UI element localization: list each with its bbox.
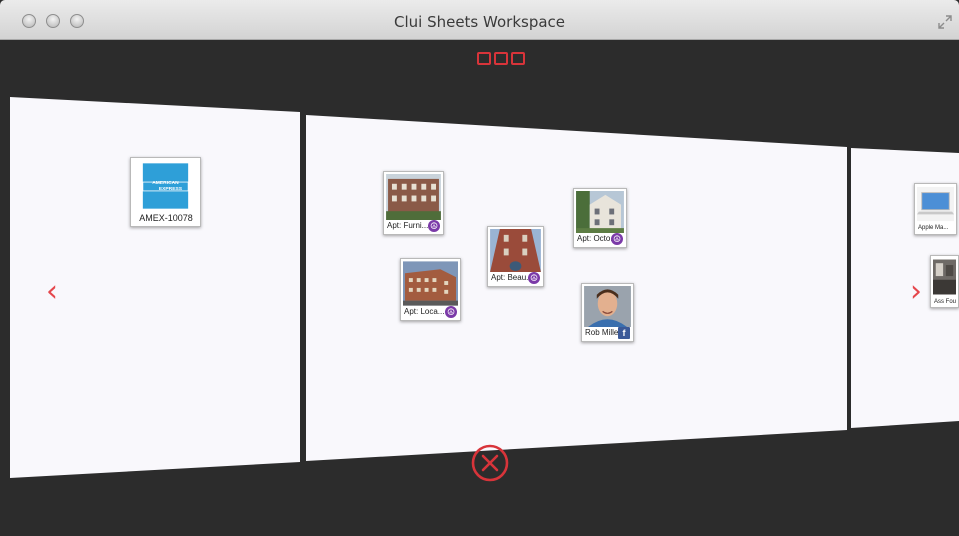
apartment-photo xyxy=(386,174,441,220)
card-label: Apt: Furni... xyxy=(387,221,429,230)
card-label: Apt: Beau... xyxy=(491,273,533,282)
peace-icon: ☮ xyxy=(428,220,440,232)
apartment-photo xyxy=(403,261,458,306)
next-sheet-icon[interactable]: › xyxy=(910,277,922,307)
card-label: Rob Miller xyxy=(585,328,622,337)
peace-icon: ☮ xyxy=(528,272,540,284)
card-apt-loca[interactable]: Apt: Loca... ☮ xyxy=(400,258,461,321)
sheet-center[interactable] xyxy=(306,115,847,461)
apartment-photo xyxy=(576,191,624,233)
card-apt-furni[interactable]: Apt: Furni... ☮ xyxy=(383,171,444,235)
card-label: AMEX-10078 xyxy=(139,213,193,223)
laptop-photo xyxy=(917,186,954,222)
close-circle-icon[interactable] xyxy=(470,443,510,483)
card-label: Apt: Loca... xyxy=(404,307,445,316)
previous-sheet-icon[interactable]: ‹ xyxy=(46,277,58,307)
card-apple-ma[interactable]: Apple Ma... xyxy=(914,183,957,235)
amex-logo-icon: AMERICAN EXPRESS xyxy=(142,163,189,209)
card-apt-octo[interactable]: Apt: Octo... ☮ xyxy=(573,188,627,248)
card-rob-miller[interactable]: Rob Miller f xyxy=(581,283,634,342)
card-label: Apple Ma... xyxy=(918,225,949,231)
avatar xyxy=(584,286,631,327)
card-label: Ass Four xyxy=(934,299,956,305)
peace-icon: ☮ xyxy=(611,233,623,245)
card-ass-four[interactable]: Ass Four xyxy=(930,255,959,308)
card-apt-beau[interactable]: Apt: Beau... ☮ xyxy=(487,226,544,287)
peace-icon: ☮ xyxy=(445,306,457,318)
svg-text:AMERICAN: AMERICAN xyxy=(152,180,179,186)
facebook-icon: f xyxy=(618,327,630,339)
svg-text:EXPRESS: EXPRESS xyxy=(159,186,183,192)
apartment-photo xyxy=(490,229,541,272)
card-amex[interactable]: AMERICAN EXPRESS AMEX-10078 xyxy=(130,157,201,227)
photo xyxy=(933,259,956,295)
